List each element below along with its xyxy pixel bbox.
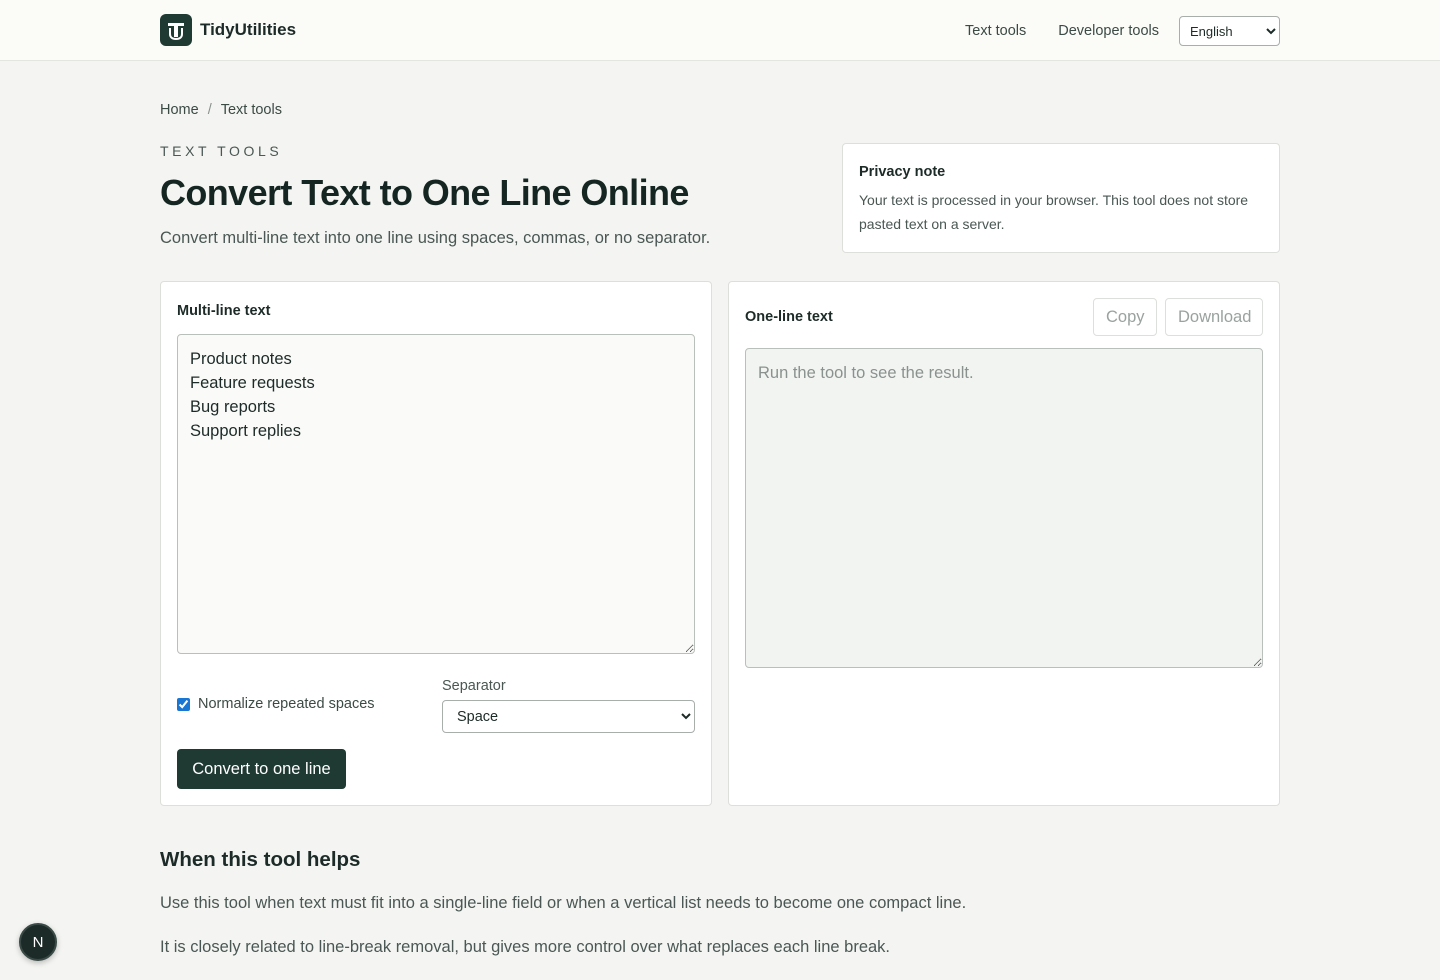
info-paragraph: Use this tool when text must fit into a …	[160, 894, 967, 912]
privacy-note-title: Privacy note	[859, 164, 946, 180]
convert-button[interactable]: Convert to one line	[177, 749, 346, 789]
one-line-text-output[interactable]	[745, 348, 1263, 668]
breadcrumb-home[interactable]: Home	[160, 102, 199, 118]
info-paragraph: It is closely related to line-break remo…	[160, 938, 891, 956]
brand-name: TidyUtilities	[200, 20, 297, 39]
next-badge-button[interactable]: N	[19, 923, 57, 961]
copy-button[interactable]: Copy	[1093, 298, 1157, 336]
page-title: Convert Text to One Line Online	[160, 172, 689, 213]
page-subtitle: Convert multi-line text into one line us…	[160, 229, 711, 247]
next-badge-icon: N	[33, 934, 44, 951]
logo-icon	[160, 14, 192, 46]
normalize-spaces-label: Normalize repeated spaces	[198, 696, 375, 712]
nav-text-tools[interactable]: Text tools	[965, 23, 1026, 39]
breadcrumb: Home / Text tools	[160, 102, 282, 118]
breadcrumb-current[interactable]: Text tools	[221, 102, 282, 118]
privacy-note-body: Your text is processed in your browser. …	[859, 192, 1249, 232]
output-panel: One-line text Copy Download	[728, 281, 1280, 806]
main-nav: Text tools Developer tools English	[965, 16, 1280, 46]
normalize-spaces-checkbox[interactable]	[177, 697, 190, 711]
section-title: When this tool helps	[160, 848, 361, 871]
separator-label: Separator	[442, 678, 506, 694]
input-panel: Multi-line text Product notes Feature re…	[160, 281, 712, 806]
top-navigation-bar: TidyUtilities Text tools Developer tools…	[0, 0, 1440, 61]
nav-developer-tools[interactable]: Developer tools	[1058, 23, 1159, 39]
input-label: Multi-line text	[177, 303, 271, 319]
separator-select[interactable]: Space	[442, 700, 695, 733]
normalize-spaces-option[interactable]: Normalize repeated spaces	[177, 696, 375, 712]
breadcrumb-separator: /	[207, 102, 212, 118]
next-badge-letter: N	[33, 934, 44, 951]
brand-link[interactable]: TidyUtilities	[160, 14, 296, 46]
multi-line-text-input[interactable]: Product notes Feature requests Bug repor…	[177, 334, 695, 654]
download-button[interactable]: Download	[1165, 298, 1263, 336]
privacy-note-card: Privacy note Your text is processed in y…	[842, 143, 1280, 253]
language-select[interactable]: English	[1179, 16, 1280, 46]
output-label: One-line text	[745, 309, 833, 325]
category-eyebrow: TEXT TOOLS	[160, 143, 283, 159]
